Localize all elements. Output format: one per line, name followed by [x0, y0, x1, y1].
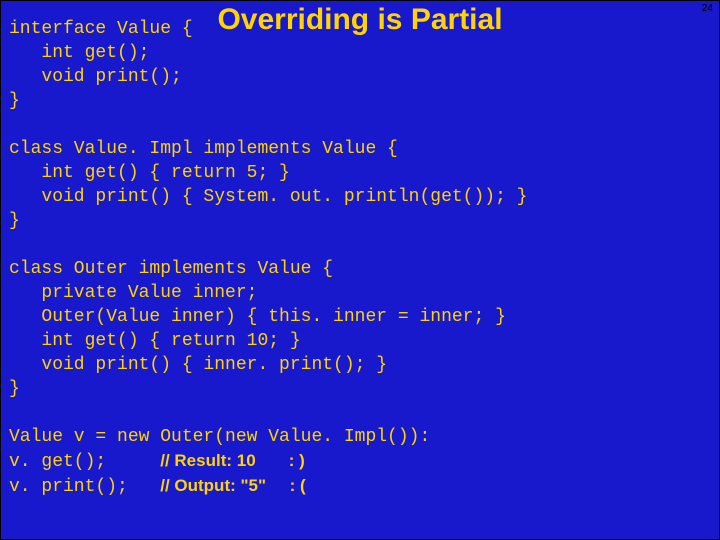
- code-line: int get();: [9, 43, 149, 63]
- code-line: v. print();: [9, 477, 160, 497]
- code-line: private Value inner;: [9, 283, 257, 303]
- code-line: class Outer implements Value {: [9, 259, 333, 279]
- code-line: int get() { return 5; }: [9, 163, 290, 183]
- code-line: Value v = new Outer(new Value. Impl()):: [9, 427, 430, 447]
- code-line: int get() { return 10; }: [9, 331, 301, 351]
- slide: 24 Overriding is Partial interface Value…: [0, 0, 720, 540]
- code-line: void print();: [9, 67, 182, 87]
- code-line: void print() { System. out. println(get(…: [9, 187, 527, 207]
- code-line: Outer(Value inner) { this. inner = inner…: [9, 307, 506, 327]
- code-line: void print() { inner. print(); }: [9, 355, 387, 375]
- code-line: }: [9, 211, 20, 231]
- code-line: }: [9, 379, 20, 399]
- code-comment: // Result: 10 : ): [160, 451, 305, 470]
- code-line: interface Value {: [9, 19, 193, 39]
- code-line: class Value. Impl implements Value {: [9, 139, 398, 159]
- code-line: v. get();: [9, 452, 160, 472]
- code-line: }: [9, 91, 20, 111]
- code-comment: // Output: "5" : (: [160, 476, 306, 495]
- code-block: interface Value { int get(); void print(…: [9, 17, 527, 499]
